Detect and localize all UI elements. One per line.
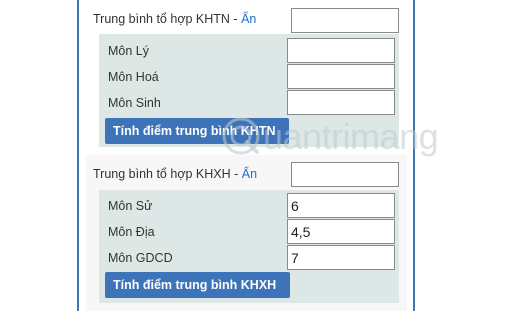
khxh-section: Trung bình tổ hợp KHXH - Ẩn Môn Sử Môn Đ… [86, 155, 407, 311]
subject-input-su[interactable] [287, 193, 395, 218]
subject-input-ly[interactable] [287, 38, 395, 63]
khtn-average-field[interactable] [291, 8, 399, 33]
subject-row-gdcd: Môn GDCD [99, 245, 399, 271]
subject-label-su: Môn Sử [108, 199, 153, 213]
subject-input-dia[interactable] [287, 219, 395, 244]
khxh-subject-panel: Môn Sử Môn Địa Môn GDCD Tính điểm trung … [99, 190, 399, 303]
subject-input-hoa[interactable] [287, 64, 395, 89]
khtn-title-text: Trung bình tổ hợp KHTN - [93, 12, 242, 26]
khtn-header: Trung bình tổ hợp KHTN - Ẩn [86, 0, 407, 34]
subject-label-hoa: Môn Hoá [108, 70, 159, 84]
khxh-title: Trung bình tổ hợp KHXH - Ẩn [93, 167, 257, 181]
subject-row-su: Môn Sử [99, 193, 399, 219]
calculator-frame: Trung bình tổ hợp KHTN - Ẩn Môn Lý Môn H… [77, 0, 415, 311]
khtn-title: Trung bình tổ hợp KHTN - Ẩn [93, 12, 256, 26]
subject-input-sinh[interactable] [287, 90, 395, 115]
khxh-average-field[interactable] [291, 162, 399, 187]
subject-label-gdcd: Môn GDCD [108, 251, 173, 265]
subject-input-gdcd[interactable] [287, 245, 395, 270]
subject-label-sinh: Môn Sinh [108, 96, 161, 110]
khxh-hide-link[interactable]: Ẩn [242, 167, 257, 181]
khxh-title-text: Trung bình tổ hợp KHXH - [93, 167, 242, 181]
khtn-hide-link[interactable]: Ẩn [241, 12, 256, 26]
subject-row-sinh: Môn Sinh [99, 90, 399, 116]
calculate-khtn-button[interactable]: Tính điểm trung bình KHTN [105, 118, 289, 144]
khtn-subject-panel: Môn Lý Môn Hoá Môn Sinh Tính điểm trung … [99, 34, 399, 147]
subject-row-hoa: Môn Hoá [99, 64, 399, 90]
subject-label-ly: Môn Lý [108, 44, 149, 58]
subject-label-dia: Môn Địa [108, 225, 155, 239]
khtn-section: Trung bình tổ hợp KHTN - Ẩn Môn Lý Môn H… [86, 0, 407, 155]
subject-row-dia: Môn Địa [99, 219, 399, 245]
calculate-khxh-button[interactable]: Tính điểm trung bình KHXH [105, 272, 290, 298]
khxh-header: Trung bình tổ hợp KHXH - Ẩn [86, 155, 407, 189]
subject-row-ly: Môn Lý [99, 38, 399, 64]
